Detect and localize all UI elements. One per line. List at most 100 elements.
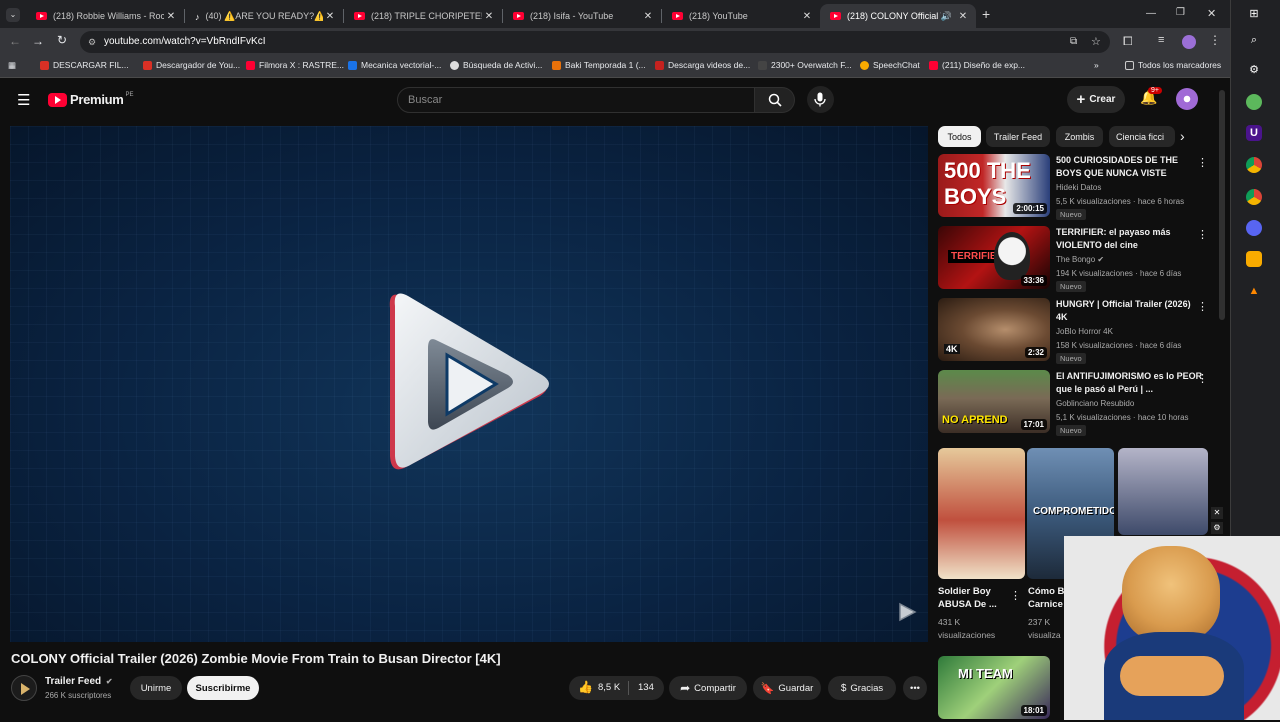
apps-icon[interactable]: ▦ — [8, 60, 16, 71]
video-thumbnail[interactable]: NO APREND 17:01 — [938, 370, 1050, 433]
android-app-icon[interactable] — [1246, 94, 1262, 110]
short-thumbnail[interactable] — [1118, 448, 1208, 535]
save-button[interactable]: 🔖 Guardar — [753, 676, 821, 700]
new-tab-icon[interactable]: + — [982, 6, 990, 22]
more-options-icon[interactable]: ⋮ — [1197, 156, 1208, 169]
vlc-icon[interactable]: ▲ — [1246, 283, 1262, 299]
share-button[interactable]: ➦ Compartir — [669, 676, 747, 700]
close-tab-icon[interactable]: ✕ — [323, 11, 337, 22]
subscribe-button[interactable]: Suscribirme — [187, 676, 259, 700]
bookmark-star-icon[interactable]: ☆ — [1091, 31, 1101, 53]
back-icon[interactable]: ← — [9, 34, 21, 48]
video-player[interactable] — [10, 126, 928, 642]
site-info-icon[interactable]: ⚙ — [88, 31, 96, 53]
video-thumbnail[interactable]: 4K 2:32 — [938, 298, 1050, 361]
bookmark-7[interactable]: Descarga videos de... — [655, 60, 750, 70]
install-app-icon[interactable]: ⧉ — [1070, 31, 1077, 53]
rec-title[interactable]: HUNGRY | Official Trailer (2026) 4K — [1056, 298, 1204, 324]
short-title[interactable]: Soldier Boy ABUSA De ... — [938, 585, 1018, 611]
recommended-video[interactable]: 4K 2:32 HUNGRY | Official Trailer (2026)… — [938, 298, 1213, 364]
close-tab-icon[interactable]: ✕ — [641, 11, 655, 22]
address-bar[interactable]: ⚙ youtube.com/watch?v=VbRndIFvKcI ⧉ ☆ — [80, 31, 1110, 53]
bookmark-4[interactable]: Mecanica vectorial-... — [348, 60, 441, 70]
video-thumbnail[interactable]: 500 THE BOYS 2:00:15 — [938, 154, 1050, 217]
chip-all[interactable]: Todos — [938, 126, 981, 147]
create-button[interactable]: + Crear — [1067, 86, 1125, 113]
bookmark-10[interactable]: (211) Diseño de exp... — [929, 60, 1025, 70]
settings-icon[interactable]: ⚙ — [1246, 62, 1262, 78]
chip-zombies[interactable]: Zombis — [1056, 126, 1103, 147]
close-icon[interactable]: ✕ — [1211, 507, 1223, 519]
close-window-icon[interactable]: ✕ — [1207, 7, 1216, 20]
video-thumbnail[interactable]: TERRIFIER 33:36 — [938, 226, 1050, 289]
youtube-premium-logo[interactable]: Premium PE — [48, 92, 134, 107]
more-actions-button[interactable]: ••• — [903, 676, 927, 700]
search-button[interactable] — [755, 87, 795, 113]
chips-next-icon[interactable]: › — [1180, 128, 1185, 144]
rec-title[interactable]: El ANTIFUJIMORISMO es lo PEOR que le pas… — [1056, 370, 1204, 396]
like-count[interactable]: 8,5 K — [598, 682, 620, 693]
close-tab-icon[interactable]: ✕ — [800, 11, 814, 22]
tab-6-active[interactable]: (218) COLONY Official Trail 🔊 ✕ — [820, 4, 976, 28]
tab-search-icon[interactable]: ⌄ — [6, 8, 20, 22]
more-bookmarks-icon[interactable]: » — [1094, 60, 1099, 70]
short-title[interactable]: Cómo B Carnice — [1028, 585, 1066, 611]
extensions-icon[interactable]: ⧠ — [1123, 34, 1133, 49]
more-options-icon[interactable]: ⋮ — [1010, 589, 1021, 602]
overlay-settings-icon[interactable]: ⚙ — [1211, 522, 1223, 534]
tab-3[interactable]: (218) TRIPLE CHORIPETE!! #elb ✕ — [344, 4, 502, 28]
channel-watermark-icon[interactable] — [896, 601, 918, 628]
recommended-video[interactable]: 500 THE BOYS 2:00:15 500 CURIOSIDADES DE… — [938, 154, 1213, 220]
forward-icon[interactable]: → — [32, 34, 44, 48]
join-button[interactable]: Unirme — [130, 676, 182, 700]
page-scrollbar[interactable] — [1219, 90, 1225, 320]
rec-title[interactable]: 500 CURIOSIDADES DE THE BOYS QUE NUNCA V… — [1056, 154, 1204, 180]
bookmark-3[interactable]: Filmora X : RASTRE... — [246, 60, 344, 70]
tab-4[interactable]: (218) Isifa - YouTube ✕ — [503, 4, 661, 28]
rec-channel-row[interactable]: The Bongo ✔ — [1056, 255, 1104, 264]
close-tab-icon[interactable]: ✕ — [956, 11, 970, 22]
like-icon[interactable]: 👍 — [578, 680, 593, 694]
bookmark-5[interactable]: Búsqueda de Activi... — [450, 60, 542, 70]
windows-icon[interactable]: ⊞ — [1246, 6, 1262, 22]
bookmark-9[interactable]: SpeechChat — [860, 60, 920, 70]
account-avatar[interactable] — [1176, 88, 1198, 110]
chrome-icon[interactable] — [1246, 157, 1262, 173]
tab-5[interactable]: (218) YouTube ✕ — [662, 4, 820, 28]
minimize-icon[interactable]: — — [1146, 8, 1156, 19]
bookmark-8[interactable]: 2300+ Overwatch F... — [758, 60, 852, 70]
recommended-video[interactable]: TERRIFIER 33:36 TERRIFIER: el payaso más… — [938, 226, 1213, 292]
rec-channel[interactable]: JoBlo Horror 4K — [1056, 327, 1113, 336]
reload-icon[interactable]: ↻ — [57, 33, 67, 47]
profile-avatar-icon[interactable] — [1182, 35, 1196, 49]
chip-trailer-feed[interactable]: Trailer Feed — [986, 126, 1050, 147]
more-options-icon[interactable]: ⋮ — [1197, 228, 1208, 241]
search-input[interactable]: Buscar — [397, 87, 755, 113]
browser-menu-icon[interactable]: ⋮ — [1209, 33, 1221, 47]
comment-count[interactable]: 134 — [638, 682, 654, 693]
close-tab-icon[interactable]: ✕ — [164, 11, 178, 22]
tab-1[interactable]: (218) Robbie Williams - Rock D ✕ — [26, 4, 184, 28]
video-thumbnail[interactable]: MI TEAM 18:01 — [938, 656, 1050, 719]
bookmark-1[interactable]: DESCARGAR FIL... — [40, 60, 129, 70]
notes-app-icon[interactable] — [1246, 251, 1262, 267]
voice-search-button[interactable] — [807, 86, 834, 113]
rec-title[interactable]: TERRIFIER: el payaso más VIOLENTO del ci… — [1056, 226, 1204, 252]
channel-name-row[interactable]: Trailer Feed ✔ — [45, 676, 113, 687]
search-icon[interactable]: ⌕ — [1246, 32, 1262, 48]
more-options-icon[interactable]: ⋮ — [1197, 372, 1208, 385]
chrome-profile-icon[interactable] — [1246, 189, 1262, 205]
all-bookmarks[interactable]: Todos los marcadores — [1125, 60, 1221, 70]
recommended-video[interactable]: NO APREND 17:01 El ANTIFUJIMORISMO es lo… — [938, 370, 1213, 436]
rec-channel[interactable]: Hideki Datos — [1056, 183, 1101, 192]
restore-icon[interactable]: ❐ — [1176, 7, 1185, 18]
tab-2[interactable]: ♪ (40) ⚠️ARE YOU READY?⚠️ El ✕ — [185, 4, 343, 28]
chip-science-fiction[interactable]: Ciencia ficci — [1109, 126, 1175, 147]
hamburger-menu-icon[interactable]: ☰ — [17, 91, 30, 109]
thanks-button[interactable]: $ Gracias — [828, 676, 896, 700]
channel-avatar[interactable] — [11, 675, 37, 701]
speaker-icon[interactable]: 🔊 — [941, 11, 952, 22]
bookmark-2[interactable]: Descargador de You... — [143, 60, 240, 70]
more-options-icon[interactable]: ⋮ — [1197, 300, 1208, 313]
bookmark-6[interactable]: Baki Temporada 1 (... — [552, 60, 646, 70]
